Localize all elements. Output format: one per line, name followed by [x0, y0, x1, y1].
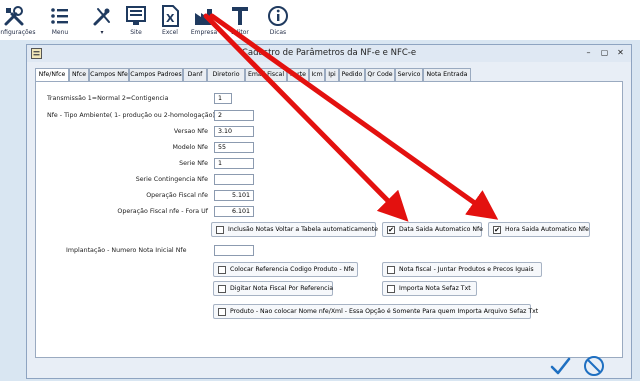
site-monitor-icon — [126, 6, 146, 25]
tab-qr-code[interactable]: Qr Code — [365, 68, 395, 81]
digitar-nota-label: Digitar Nota Fiscal Por Referencia — [230, 285, 334, 292]
serie-contingencia-label: Serie Contingencia Nfe — [135, 176, 208, 183]
importa-nota-box[interactable] — [387, 285, 395, 293]
modelo-label: Modelo Nfe — [172, 144, 208, 151]
ambiente-label: Nfe - Tipo Ambiente( 1- produção ou 2-ho… — [47, 112, 215, 119]
importa-nota-label: Importa Nota Sefaz Txt — [399, 285, 471, 292]
tab-nfce[interactable]: Nfce — [69, 68, 89, 81]
parametros-window: Cadastro de Parâmetros da NF-e e NFC-e –… — [26, 44, 632, 379]
operacao-fiscal-label: Operação Fiscal nfe — [146, 192, 208, 199]
maximize-button[interactable]: ▢ — [598, 47, 611, 59]
colocar-referencia-checkbox[interactable]: Colocar Referencia Codigo Produto - Nfe — [213, 262, 358, 277]
implantacao-label: Implantação - Numero Nota Inicial Nfe — [66, 247, 187, 254]
tab-ipi[interactable]: Ipi — [325, 68, 339, 81]
svg-text:X: X — [166, 12, 175, 25]
nota-fiscal-juntar-label: Nota fiscal - Juntar Produtos e Precos I… — [399, 266, 534, 273]
minimize-button[interactable]: – — [582, 47, 595, 59]
versao-label: Versao Nfe — [173, 128, 208, 135]
modelo-input[interactable]: 55 — [214, 142, 254, 153]
tab-campos-nfe[interactable]: Campos Nfe — [89, 68, 129, 81]
hora-saida-check-icon[interactable]: ✔ — [493, 226, 501, 234]
tab-danf[interactable]: Danf — [183, 68, 207, 81]
hora-saida-label: Hora Saida Automatico Nfe — [505, 226, 589, 233]
inclusao-notas-checkbox[interactable]: Inclusão Notas Voltar a Tabela automatic… — [211, 222, 378, 237]
cancel-prohibit-icon[interactable] — [583, 355, 605, 377]
tab-forte[interactable]: Forte — [287, 68, 309, 81]
confirm-check-icon[interactable] — [549, 355, 571, 377]
operacao-fiscal-fora-input[interactable]: 6.101 — [214, 206, 254, 217]
serie-contingencia-input[interactable] — [214, 174, 254, 185]
window-titlebar[interactable]: Cadastro de Parâmetros da NF-e e NFC-e –… — [27, 45, 631, 62]
toolbar-menu-label: Menu — [51, 29, 69, 36]
info-icon — [268, 6, 288, 26]
serie-label: Serie Nfe — [179, 160, 208, 167]
nota-fiscal-juntar-box[interactable] — [387, 266, 395, 274]
inclusao-notas-label: Inclusão Notas Voltar a Tabela automatic… — [228, 226, 378, 233]
produto-nao-colocar-label: Produto - Nao colocar Nome nfe/Xml - Ess… — [230, 308, 539, 315]
digitar-nota-box[interactable] — [218, 285, 226, 293]
text-editor-icon — [232, 7, 248, 25]
tab-servico[interactable]: Servico — [395, 68, 423, 81]
ambiente-input[interactable]: 2 — [214, 110, 254, 121]
wand-dropdown-icon — [93, 8, 110, 26]
toolbar-dicas-button[interactable]: Dicas — [256, 2, 300, 38]
toolbar-configuracoes-button[interactable]: Configurações — [0, 2, 36, 38]
tab-campos-padroes[interactable]: Campos Padroes — [129, 68, 183, 81]
hora-saida-checkbox[interactable]: ✔ Hora Saida Automatico Nfe — [488, 222, 590, 237]
colocar-referencia-label: Colocar Referencia Codigo Produto - Nfe — [230, 266, 355, 273]
tab-icm[interactable]: Icm — [309, 68, 325, 81]
implantacao-input[interactable] — [214, 245, 254, 256]
serie-input[interactable]: 1 — [214, 158, 254, 169]
excel-icon: X — [162, 5, 179, 27]
colocar-referencia-box[interactable] — [218, 266, 226, 274]
factory-icon — [195, 9, 212, 25]
tab-panel-nfe-nfce: Transmissão 1=Normal 2=Contigencia 1 Nfe… — [35, 81, 623, 358]
digitar-nota-checkbox[interactable]: Digitar Nota Fiscal Por Referencia — [213, 281, 333, 296]
operacao-fiscal-input[interactable]: 5.101 — [214, 190, 254, 201]
tab-pedido[interactable]: Pedido — [339, 68, 365, 81]
data-saida-check-icon[interactable]: ✔ — [387, 226, 395, 234]
produto-nao-colocar-checkbox[interactable]: Produto - Nao colocar Nome nfe/Xml - Ess… — [213, 304, 538, 319]
toolbar-dicas-label: Dicas — [269, 29, 287, 36]
transmissao-label: Transmissão 1=Normal 2=Contigencia — [47, 95, 169, 102]
transmissao-input[interactable]: 1 — [214, 93, 232, 104]
toolbar-menu-button[interactable]: Menu — [38, 2, 82, 38]
list-menu-icon — [51, 8, 68, 24]
importa-nota-checkbox[interactable]: Importa Nota Sefaz Txt — [382, 281, 477, 296]
window-title: Cadastro de Parâmetros da NF-e e NFC-e — [241, 48, 417, 58]
tools-icon — [4, 6, 24, 26]
tab-nfe-nfce[interactable]: Nfe/Nfce — [35, 68, 69, 82]
data-saida-label: Data Saida Automatico Nfe — [399, 226, 483, 233]
versao-input[interactable]: 3.10 — [214, 126, 254, 137]
nota-fiscal-juntar-checkbox[interactable]: Nota fiscal - Juntar Produtos e Precos I… — [382, 262, 542, 277]
operacao-fiscal-fora-label: Operação Fiscal nfe - Fora Uf — [117, 208, 208, 215]
tab-nota-entrada[interactable]: Nota Entrada — [423, 68, 471, 81]
inclusao-notas-box[interactable] — [216, 226, 224, 234]
produto-nao-colocar-box[interactable] — [218, 308, 226, 316]
tab-diretorio[interactable]: Diretorio — [207, 68, 245, 81]
data-saida-checkbox[interactable]: ✔ Data Saida Automatico Nfe — [382, 222, 483, 237]
main-toolbar: Configurações Menu ▾ Site X Excel — [0, 0, 640, 40]
close-button[interactable]: ✕ — [614, 47, 627, 59]
tab-email-fiscal[interactable]: Email Fiscal — [245, 68, 287, 81]
toolbar-configuracoes-label: Configurações — [0, 29, 36, 36]
